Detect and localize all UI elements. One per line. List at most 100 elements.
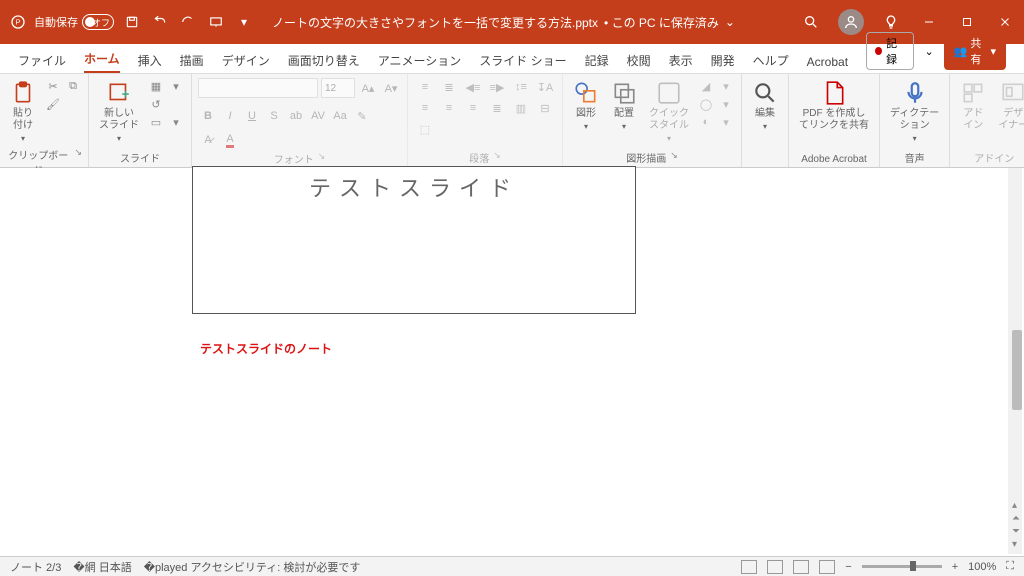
- tab-view[interactable]: 表示: [669, 52, 693, 73]
- tab-home[interactable]: ホーム: [84, 50, 120, 73]
- paragraph-launcher-icon[interactable]: ↘: [493, 150, 501, 165]
- dictate-button[interactable]: ディクテー ション▾: [886, 78, 943, 146]
- share-button[interactable]: 👥 共有 ▾: [944, 32, 1006, 70]
- font-family-combo[interactable]: [198, 78, 318, 98]
- arrange-button[interactable]: 配置▾: [607, 78, 641, 134]
- indent-inc-icon[interactable]: ≡▶: [486, 78, 508, 96]
- present-icon[interactable]: [208, 14, 224, 30]
- change-case-icon[interactable]: Aa: [330, 106, 350, 126]
- layout-icon[interactable]: ▦: [147, 78, 165, 94]
- zoom-level[interactable]: 100%: [968, 561, 996, 573]
- accessibility-status[interactable]: �played アクセシビリティ: 検討が必要です: [144, 559, 361, 575]
- notes-page[interactable]: テストスライド テストスライドのノート: [132, 168, 892, 554]
- justify-icon[interactable]: ≣: [486, 99, 508, 117]
- tab-insert[interactable]: 挿入: [138, 52, 162, 73]
- spacing-icon[interactable]: AV: [308, 106, 328, 126]
- designer-button[interactable]: デザ イナー: [994, 78, 1024, 134]
- bullets-icon[interactable]: ≡: [414, 78, 436, 96]
- shadow-icon[interactable]: ab: [286, 106, 306, 126]
- minimize-icon[interactable]: [918, 11, 940, 33]
- shape-effects-icon[interactable]: ◐: [697, 114, 715, 130]
- tab-review[interactable]: 校閲: [627, 52, 651, 73]
- slide-thumbnail[interactable]: テストスライド: [192, 166, 636, 314]
- grow-font-icon[interactable]: A▴: [358, 78, 378, 98]
- tab-help[interactable]: ヘルプ: [753, 52, 789, 73]
- reading-view-icon[interactable]: [793, 560, 809, 574]
- bold-icon[interactable]: B: [198, 106, 218, 126]
- close-icon[interactable]: [994, 11, 1016, 33]
- reset-icon[interactable]: ↺: [147, 96, 165, 112]
- text-direction-icon[interactable]: ↧A: [534, 78, 556, 96]
- drawing-launcher-icon[interactable]: ↘: [670, 150, 678, 165]
- strike-icon[interactable]: S: [264, 106, 284, 126]
- next-slide-double-icon[interactable]: ⏷: [1012, 526, 1020, 537]
- numbering-icon[interactable]: ≣: [438, 78, 460, 96]
- zoom-slider[interactable]: [862, 565, 942, 568]
- maximize-icon[interactable]: [956, 11, 978, 33]
- format-painter-icon[interactable]: 🖌: [44, 96, 62, 112]
- font-color-icon[interactable]: A: [220, 130, 240, 150]
- align-right-icon[interactable]: ≡: [462, 99, 484, 117]
- notes-text[interactable]: テストスライドのノート: [200, 340, 332, 357]
- shape-outline-icon[interactable]: ◯: [697, 96, 715, 112]
- italic-icon[interactable]: I: [220, 106, 240, 126]
- slideshow-view-icon[interactable]: [819, 560, 835, 574]
- editing-button[interactable]: 編集▾: [748, 78, 782, 134]
- cut-icon[interactable]: ✂: [44, 78, 62, 94]
- tab-slideshow[interactable]: スライド ショー: [479, 52, 566, 73]
- clear-format-icon[interactable]: A̷: [198, 130, 218, 150]
- search-icon[interactable]: [800, 11, 822, 33]
- columns-icon[interactable]: ▥: [510, 99, 532, 117]
- prev-slide-icon[interactable]: ▴: [1012, 500, 1020, 511]
- addins-button[interactable]: アド イン: [956, 78, 990, 134]
- next-slide-icon[interactable]: ▾: [1012, 539, 1020, 550]
- shrink-font-icon[interactable]: A▾: [381, 78, 401, 98]
- language-indicator[interactable]: �網 日本語: [73, 559, 131, 575]
- undo-icon[interactable]: [152, 14, 168, 30]
- tab-developer[interactable]: 開発: [711, 52, 735, 73]
- sorter-view-icon[interactable]: [767, 560, 783, 574]
- align-left-icon[interactable]: ≡: [414, 99, 436, 117]
- tab-animations[interactable]: アニメーション: [378, 52, 462, 73]
- normal-view-icon[interactable]: [741, 560, 757, 574]
- zoom-in-icon[interactable]: +: [952, 561, 958, 573]
- save-icon[interactable]: [124, 14, 140, 30]
- tab-transitions[interactable]: 画面切り替え: [288, 52, 360, 73]
- tab-record[interactable]: 記録: [585, 52, 609, 73]
- lightbulb-icon[interactable]: [880, 11, 902, 33]
- autosave-switch[interactable]: オフ: [82, 14, 114, 30]
- shape-fill-icon[interactable]: ◢: [697, 78, 715, 94]
- smartart-icon[interactable]: ⬚: [414, 120, 436, 138]
- quick-styles-button[interactable]: クイック スタイル▾: [645, 78, 693, 146]
- highlight-icon[interactable]: ✎: [352, 106, 372, 126]
- create-pdf-button[interactable]: PDF を作成し てリンクを共有: [795, 78, 873, 134]
- prev-slide-double-icon[interactable]: ⏶: [1012, 513, 1020, 524]
- fit-window-icon[interactable]: ⛶: [1006, 560, 1014, 573]
- tab-file[interactable]: ファイル: [18, 52, 66, 73]
- new-slide-button[interactable]: 新しい スライド▾: [95, 78, 143, 146]
- align-text-icon[interactable]: ⊟: [534, 99, 556, 117]
- page-indicator[interactable]: ノート 2/3: [10, 559, 61, 575]
- tab-acrobat[interactable]: Acrobat: [807, 55, 848, 73]
- chevron-down-icon[interactable]: ⌄: [725, 15, 735, 29]
- underline-icon[interactable]: U: [242, 106, 262, 126]
- shapes-button[interactable]: 図形▾: [569, 78, 603, 134]
- saved-status[interactable]: • この PC に保存済み: [604, 14, 719, 31]
- font-launcher-icon[interactable]: ↘: [318, 151, 326, 166]
- indent-dec-icon[interactable]: ◀≡: [462, 78, 484, 96]
- tab-draw[interactable]: 描画: [180, 52, 204, 73]
- tab-design[interactable]: デザイン: [222, 52, 270, 73]
- user-avatar[interactable]: [838, 9, 864, 35]
- ribbon-options-icon[interactable]: ⌄: [922, 43, 935, 60]
- record-button[interactable]: 記録: [866, 32, 914, 70]
- scrollbar-thumb[interactable]: [1012, 330, 1022, 410]
- zoom-out-icon[interactable]: −: [845, 561, 851, 573]
- section-icon[interactable]: ▭: [147, 114, 165, 130]
- font-size-combo[interactable]: [321, 78, 355, 98]
- redo-icon[interactable]: [180, 14, 196, 30]
- autosave-toggle[interactable]: 自動保存 オフ: [34, 14, 114, 30]
- copy-icon[interactable]: ⧉: [64, 78, 82, 94]
- line-spacing-icon[interactable]: ↕≡: [510, 78, 532, 96]
- paste-button[interactable]: 貼り付け▾: [6, 78, 40, 146]
- qat-more-icon[interactable]: ▾: [236, 14, 252, 30]
